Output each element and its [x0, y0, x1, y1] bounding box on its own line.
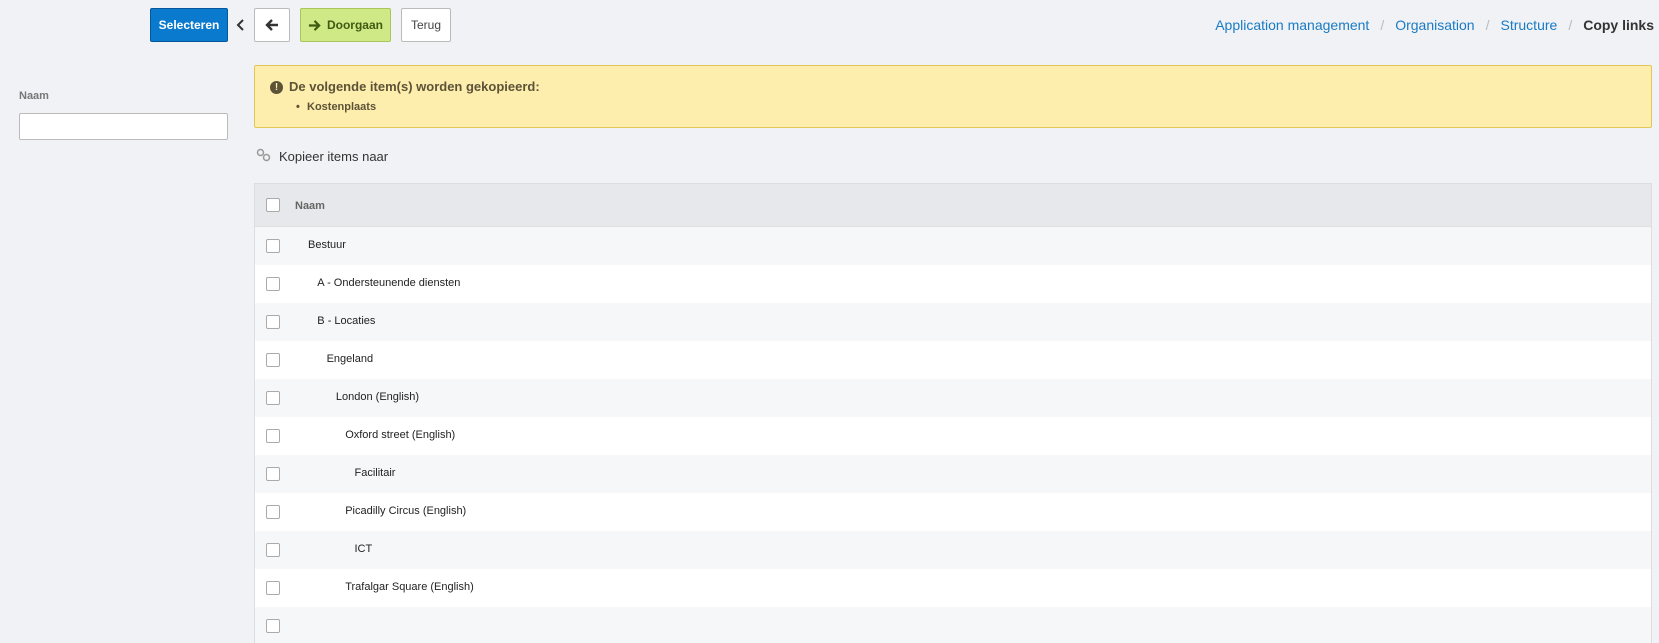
breadcrumb-structure[interactable]: Structure: [1501, 17, 1558, 33]
warning-list-item: Kostenplaats: [296, 101, 376, 113]
arrow-right-icon: [308, 19, 321, 31]
breadcrumb-separator: /: [1485, 17, 1490, 33]
row-label: Bestuur: [308, 239, 346, 251]
warning-panel: ! De volgende item(s) worden gekopieerd:…: [254, 65, 1652, 128]
row-checkbox[interactable]: [266, 581, 280, 595]
row-checkbox[interactable]: [266, 543, 280, 557]
row-checkbox[interactable]: [266, 505, 280, 519]
row-checkbox[interactable]: [266, 391, 280, 405]
exclamation-icon: !: [270, 81, 283, 94]
breadcrumb-organisation[interactable]: Organisation: [1395, 17, 1474, 33]
breadcrumb-current: Copy links: [1583, 17, 1654, 33]
row-label: London (English): [335, 391, 420, 403]
breadcrumb-separator: /: [1380, 17, 1385, 33]
table-header: Naam: [255, 184, 1651, 227]
table-row[interactable]: A - Ondersteunende diensten: [255, 265, 1651, 303]
breadcrumb-separator: /: [1568, 17, 1573, 33]
table-row[interactable]: B - Locaties: [255, 303, 1651, 341]
row-checkbox[interactable]: [266, 429, 280, 443]
table-row[interactable]: Picadilly Circus (English): [255, 493, 1651, 531]
back-arrow-button[interactable]: [254, 8, 290, 42]
row-label: Facilitair: [354, 467, 396, 479]
breadcrumb-application-management[interactable]: Application management: [1215, 17, 1369, 33]
filter-name-label: Naam: [19, 90, 49, 102]
arrow-left-icon: [265, 19, 278, 31]
back-button[interactable]: Terug: [401, 8, 451, 42]
table-row[interactable]: Bestuur: [255, 227, 1651, 265]
breadcrumb: Application management / Organisation / …: [1215, 17, 1654, 33]
select-all-checkbox[interactable]: [266, 198, 280, 212]
continue-button[interactable]: Doorgaan: [300, 8, 391, 42]
row-checkbox[interactable]: [266, 353, 280, 367]
row-checkbox[interactable]: [266, 277, 280, 291]
row-checkbox[interactable]: [266, 467, 280, 481]
row-label: A - Ondersteunende diensten: [317, 277, 461, 289]
row-checkbox[interactable]: [266, 239, 280, 253]
table-row[interactable]: London (English): [255, 379, 1651, 417]
row-label: Trafalgar Square (English): [345, 581, 474, 593]
row-label: Engeland: [326, 353, 374, 365]
table-row[interactable]: Engeland: [255, 341, 1651, 379]
row-label: Oxford street (English): [345, 429, 456, 441]
table-row[interactable]: Facilitair: [255, 455, 1651, 493]
row-checkbox[interactable]: [266, 315, 280, 329]
row-checkbox[interactable]: [266, 619, 280, 633]
table-row[interactable]: ICT: [255, 531, 1651, 569]
row-label: ICT: [354, 543, 373, 555]
filter-name-input[interactable]: [19, 113, 228, 140]
row-label: Picadilly Circus (English): [345, 505, 467, 517]
select-button[interactable]: Selecteren: [150, 8, 228, 42]
column-header-name: Naam: [295, 200, 325, 212]
link-icon: [256, 148, 271, 162]
copy-target-table: Naam Bestuur A - Ondersteunende diensten B…: [254, 183, 1652, 643]
row-label: B - Locaties: [317, 315, 376, 327]
section-heading: Kopieer items naar: [279, 149, 389, 164]
continue-label: Doorgaan: [326, 18, 383, 32]
table-row[interactable]: Oxford street (English): [255, 417, 1651, 455]
table-body: Bestuur A - Ondersteunende diensten B - Lo…: [255, 227, 1651, 643]
table-row[interactable]: Trafalgar Square (English): [255, 569, 1651, 607]
table-row[interactable]: [255, 607, 1651, 643]
collapse-chevron-icon[interactable]: [235, 16, 247, 34]
warning-title: De volgende item(s) worden gekopieerd:: [289, 79, 540, 94]
